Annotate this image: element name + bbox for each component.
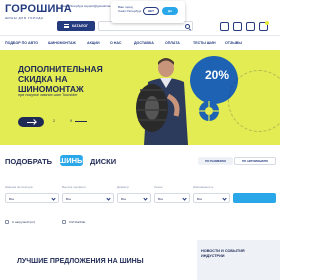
banner-pager-total: 9 xyxy=(70,119,72,123)
menu-icon xyxy=(63,24,69,28)
tab-tires[interactable]: ШИНЫ xyxy=(59,155,84,166)
tire-selector: ПОДОБРАТЬ ШИНЫ ДИСКИ ПО РАЗМЕРАМ ПО АВТО… xyxy=(0,145,280,237)
load-checkbox-label: С нагрузкой (шт) xyxy=(12,220,36,224)
nav-item-payment[interactable]: ОПЛАТА xyxy=(165,41,180,45)
nav-item-reviews[interactable]: ОТЗЫВЫ xyxy=(225,41,242,45)
wheel-icon xyxy=(199,101,219,121)
catalog-button[interactable]: КАТАЛОГ xyxy=(57,21,95,31)
compare-icon[interactable] xyxy=(246,22,255,31)
banner-pager-current: 2 xyxy=(53,119,55,123)
city-selector[interactable]: Санкт-Петербург xyxy=(60,4,84,8)
chevron-down-icon xyxy=(182,195,187,201)
season-label: Сезон xyxy=(154,185,163,189)
mode-by-size-button[interactable]: ПО РАЗМЕРАМ xyxy=(198,157,233,165)
search-icon[interactable] xyxy=(185,24,190,29)
mechanic-with-tire-illustration xyxy=(136,58,188,145)
diameter-select[interactable]: Все xyxy=(117,193,151,203)
height-label: Высота профиля xyxy=(62,185,86,189)
season-select[interactable]: Все xyxy=(154,193,190,203)
city-confirm-popup: Ваш город Санкт-Петербург НЕТ ДА xyxy=(111,1,185,23)
banner-title: ДОПОЛНИТЕЛЬНАЯ СКИДКА НА ШИНОМОНТАЖ xyxy=(18,64,103,94)
nav-item-car-selection[interactable]: ПОДБОР ПО АВТО xyxy=(5,41,38,45)
chevron-down-icon xyxy=(106,195,111,201)
checkbox-icon xyxy=(5,220,9,224)
city-question-city: Санкт-Петербург xyxy=(118,9,142,13)
tab-disks[interactable]: ДИСКИ xyxy=(90,157,116,166)
width-select[interactable]: Все xyxy=(5,193,59,203)
load-checkbox[interactable]: С нагрузкой (шт) xyxy=(5,220,35,224)
mode-by-car-button[interactable]: ПО АВТОМОБИЛЮ xyxy=(234,157,276,165)
nav-item-promotions[interactable]: АКЦИИ xyxy=(87,41,100,45)
checkbox-icon xyxy=(62,220,66,224)
nav-item-about[interactable]: О НАС xyxy=(110,41,122,45)
logo-tagline: ШИНЫ ДЛЯ ГОРОДА xyxy=(5,16,44,20)
selector-title: ПОДОБРАТЬ xyxy=(5,157,53,166)
banner-pager-line xyxy=(75,121,87,122)
catalog-button-label: КАТАЛОГ xyxy=(71,24,89,28)
best-offers-title: ЛУЧШИЕ ПРЕДЛОЖЕНИЯ НА ШИНЫ xyxy=(17,258,144,265)
favorites-icon[interactable] xyxy=(233,22,242,31)
chevron-down-icon xyxy=(51,195,56,201)
city-yes-button[interactable]: ДА xyxy=(162,7,178,15)
chevron-down-icon xyxy=(222,195,227,201)
studs-value: Все xyxy=(197,197,203,201)
site-header: ГОРОШИНА ШИНЫ ДЛЯ ГОРОДА Санкт-Петербург… xyxy=(0,0,280,36)
show-results-button[interactable] xyxy=(233,193,276,203)
news-panel: НОВОСТИ И СОБЫТИЯ ИНДУСТРИИ xyxy=(197,240,280,280)
chevron-down-icon xyxy=(143,195,148,201)
support-email-link[interactable]: support@goroshina.ru xyxy=(84,4,114,8)
width-value: Все xyxy=(9,197,15,201)
arrow-right-icon xyxy=(26,121,36,123)
diameter-value: Все xyxy=(121,197,127,201)
height-value: Все xyxy=(66,197,72,201)
height-select[interactable]: Все xyxy=(62,193,114,203)
page: ГОРОШИНА ШИНЫ ДЛЯ ГОРОДА Санкт-Петербург… xyxy=(0,0,280,280)
discount-ring xyxy=(228,70,280,132)
news-title[interactable]: НОВОСТИ И СОБЫТИЯ ИНДУСТРИИ xyxy=(201,249,261,259)
width-label: Ширина протектора xyxy=(5,185,33,189)
nav-item-tire-fitting[interactable]: ШИНОМОНТАЖ xyxy=(48,41,76,45)
banner-next-button[interactable] xyxy=(18,117,44,127)
runflat-checkbox[interactable]: С/Z RunFlat xyxy=(62,220,85,224)
promo-banner[interactable]: ДОПОЛНИТЕЛЬНАЯ СКИДКА НА ШИНОМОНТАЖ при … xyxy=(0,50,280,145)
city-no-button[interactable]: НЕТ xyxy=(143,7,159,15)
main-nav: ПОДБОР ПО АВТО ШИНОМОНТАЖ АКЦИИ О НАС ДО… xyxy=(0,36,280,50)
cart-icon[interactable] xyxy=(259,21,269,31)
banner-text: при покупке зимних шин Toursider xyxy=(18,93,78,97)
diameter-label: Диаметр xyxy=(117,185,130,189)
runflat-checkbox-label: С/Z RunFlat xyxy=(69,220,86,224)
user-icon[interactable] xyxy=(220,22,229,31)
cart-badge xyxy=(265,21,269,25)
discount-value: 20% xyxy=(204,68,230,82)
studs-label: Шипованность xyxy=(193,185,214,189)
nav-item-tire-tests[interactable]: ТЕСТЫ ШИН xyxy=(193,41,216,45)
nav-item-delivery[interactable]: ДОСТАВКА xyxy=(134,41,154,45)
season-value: Все xyxy=(158,197,164,201)
studs-select[interactable]: Все xyxy=(193,193,230,203)
